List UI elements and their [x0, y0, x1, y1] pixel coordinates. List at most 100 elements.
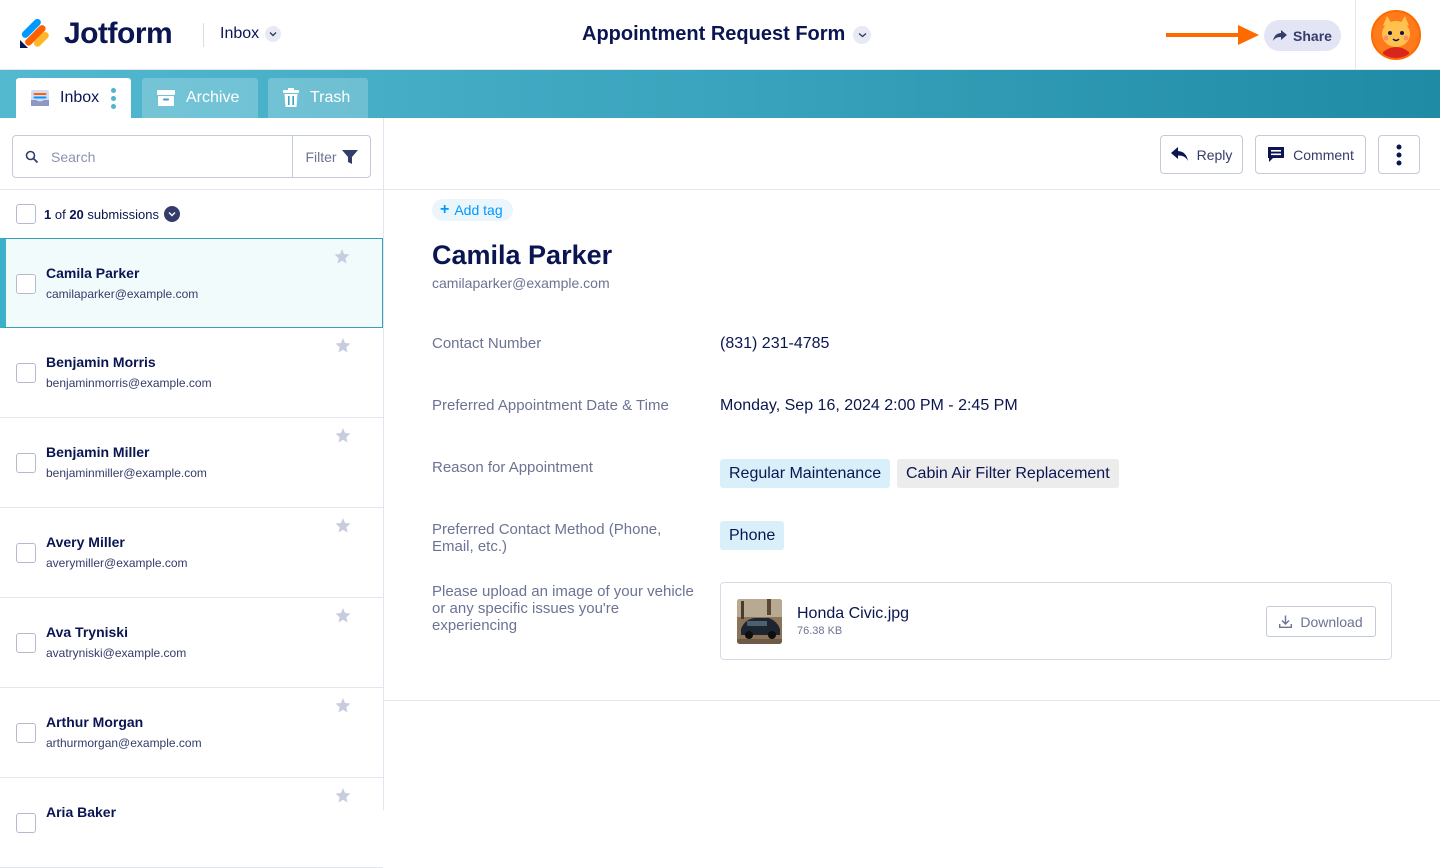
star-icon[interactable] [335, 428, 351, 443]
submission-list-pane: Filter 1 of 20 submissions Camila Parker… [0, 118, 384, 868]
field-value: Monday, Sep 16, 2024 2:00 PM - 2:45 PM [720, 397, 1018, 414]
folder-tab-bar: Inbox Archive Trash [0, 70, 1440, 118]
file-thumbnail[interactable] [737, 599, 782, 644]
list-item[interactable]: Avery Miller averymiller@example.com [0, 508, 383, 598]
add-tag-label: Add tag [454, 202, 503, 218]
row-checkbox[interactable] [16, 453, 36, 473]
more-options-button[interactable] [1378, 135, 1420, 174]
jotform-logo[interactable]: Jotform [18, 17, 173, 51]
row-checkbox[interactable] [16, 633, 36, 653]
submission-toolbar: Reply Comment [384, 118, 1440, 190]
submitter-name: Arthur Morgan [46, 714, 144, 730]
form-title[interactable]: Appointment Request Form [582, 23, 872, 46]
chevron-down-icon[interactable] [163, 206, 180, 222]
chevron-down-icon [265, 26, 282, 42]
comment-button-label: Comment [1293, 146, 1354, 163]
tab-options-icon[interactable] [111, 87, 117, 109]
list-item[interactable]: Arthur Morgan arthurmorgan@example.com [0, 688, 383, 778]
plus-icon: + [440, 201, 450, 218]
reply-button[interactable]: Reply [1160, 135, 1243, 174]
star-icon[interactable] [335, 608, 351, 623]
share-icon [1273, 29, 1288, 41]
comment-icon [1268, 147, 1285, 162]
submitter-email: arthurmorgan@example.com [46, 736, 202, 750]
submitter-email: benjaminmiller@example.com [46, 466, 207, 480]
divider [1355, 0, 1356, 70]
search-input[interactable] [51, 148, 271, 165]
submitter-name: Avery Miller [46, 534, 125, 550]
more-vertical-icon [1396, 144, 1402, 165]
submission-count: 1 of 20 submissions [44, 207, 159, 222]
submission-list: Camila Parker camilaparker@example.com B… [0, 238, 383, 868]
row-checkbox[interactable] [16, 543, 36, 563]
list-item[interactable]: Benjamin Morris benjaminmorris@example.c… [0, 328, 383, 418]
orange-arrow-icon [1166, 25, 1259, 45]
share-button-label: Share [1293, 27, 1332, 44]
list-item[interactable]: Camila Parker camilaparker@example.com [0, 238, 383, 328]
comment-button[interactable]: Comment [1255, 135, 1366, 174]
avatar[interactable] [1371, 10, 1421, 60]
download-button-label: Download [1300, 613, 1363, 630]
tab-trash[interactable]: Trash [268, 78, 368, 118]
row-checkbox[interactable] [16, 723, 36, 743]
reason-chip: Cabin Air Filter Replacement [897, 459, 1119, 488]
download-button[interactable]: Download [1266, 606, 1376, 637]
submitter-name: Camila Parker [46, 265, 140, 281]
star-icon[interactable] [335, 338, 351, 353]
submitter-email: averymiller@example.com [46, 556, 188, 570]
field-label: Reason for Appointment [432, 459, 593, 476]
field-value: (831) 231-4785 [720, 335, 830, 352]
tab-inbox[interactable]: Inbox [16, 78, 131, 118]
submitter-name: Aria Baker [46, 804, 117, 820]
row-checkbox[interactable] [16, 813, 36, 833]
list-item[interactable]: Ava Tryniski avatryniski@example.com [0, 598, 383, 688]
field-label: Preferred Appointment Date & Time [432, 397, 669, 414]
star-icon[interactable] [335, 788, 351, 803]
inbox-switcher[interactable]: Inbox [220, 25, 282, 43]
brand-name: Jotform [64, 17, 173, 50]
tab-archive-label: Archive [186, 89, 240, 106]
list-header: 1 of 20 submissions [0, 189, 383, 238]
file-attachment: Honda Civic.jpg 76.38 KB Download [720, 582, 1392, 660]
archive-icon [157, 90, 175, 106]
download-icon [1279, 615, 1293, 628]
contact-method-chip: Phone [720, 521, 785, 550]
avatar-cat-icon [1373, 12, 1419, 58]
top-bar: Jotform Inbox Appointment Request Form S… [0, 0, 1440, 70]
star-icon[interactable] [334, 249, 350, 264]
share-button[interactable]: Share [1264, 20, 1341, 51]
filter-button-label: Filter [305, 148, 337, 165]
list-item[interactable]: Aria Baker [0, 778, 383, 868]
chevron-down-icon [853, 25, 872, 44]
add-tag-button[interactable]: + Add tag [432, 199, 513, 221]
filter-button[interactable]: Filter [292, 136, 370, 177]
reason-chip: Regular Maintenance [720, 459, 891, 488]
reply-button-label: Reply [1196, 146, 1233, 163]
submitter-name: Benjamin Morris [46, 354, 156, 370]
submitter-name: Benjamin Miller [46, 444, 150, 460]
row-checkbox[interactable] [16, 274, 36, 294]
submitter-email: benjaminmorris@example.com [46, 376, 212, 390]
star-icon[interactable] [335, 518, 351, 533]
reply-icon [1170, 146, 1188, 161]
count-suffix: submissions [87, 206, 159, 222]
trash-icon [283, 88, 299, 107]
tab-trash-label: Trash [310, 89, 351, 106]
star-icon[interactable] [335, 698, 351, 713]
jotform-logo-icon [20, 18, 49, 48]
select-all-checkbox[interactable] [16, 204, 36, 224]
form-title-text: Appointment Request Form [582, 23, 846, 45]
inbox-icon [31, 90, 49, 106]
count-current: 1 [44, 206, 52, 222]
field-label: Preferred Contact Method (Phone, Email, … [432, 521, 662, 555]
submitter-email: avatryniski@example.com [46, 646, 187, 660]
search-icon [25, 150, 39, 163]
file-name: Honda Civic.jpg [797, 605, 910, 622]
tab-archive[interactable]: Archive [142, 78, 258, 118]
list-item[interactable]: Benjamin Miller benjaminmiller@example.c… [0, 418, 383, 508]
row-checkbox[interactable] [16, 363, 36, 383]
field-label: Please upload an image of your vehicle o… [432, 583, 694, 634]
inbox-switcher-label: Inbox [220, 25, 260, 42]
submitter-name-heading: Camila Parker [432, 240, 613, 270]
count-total: 20 [69, 206, 84, 222]
